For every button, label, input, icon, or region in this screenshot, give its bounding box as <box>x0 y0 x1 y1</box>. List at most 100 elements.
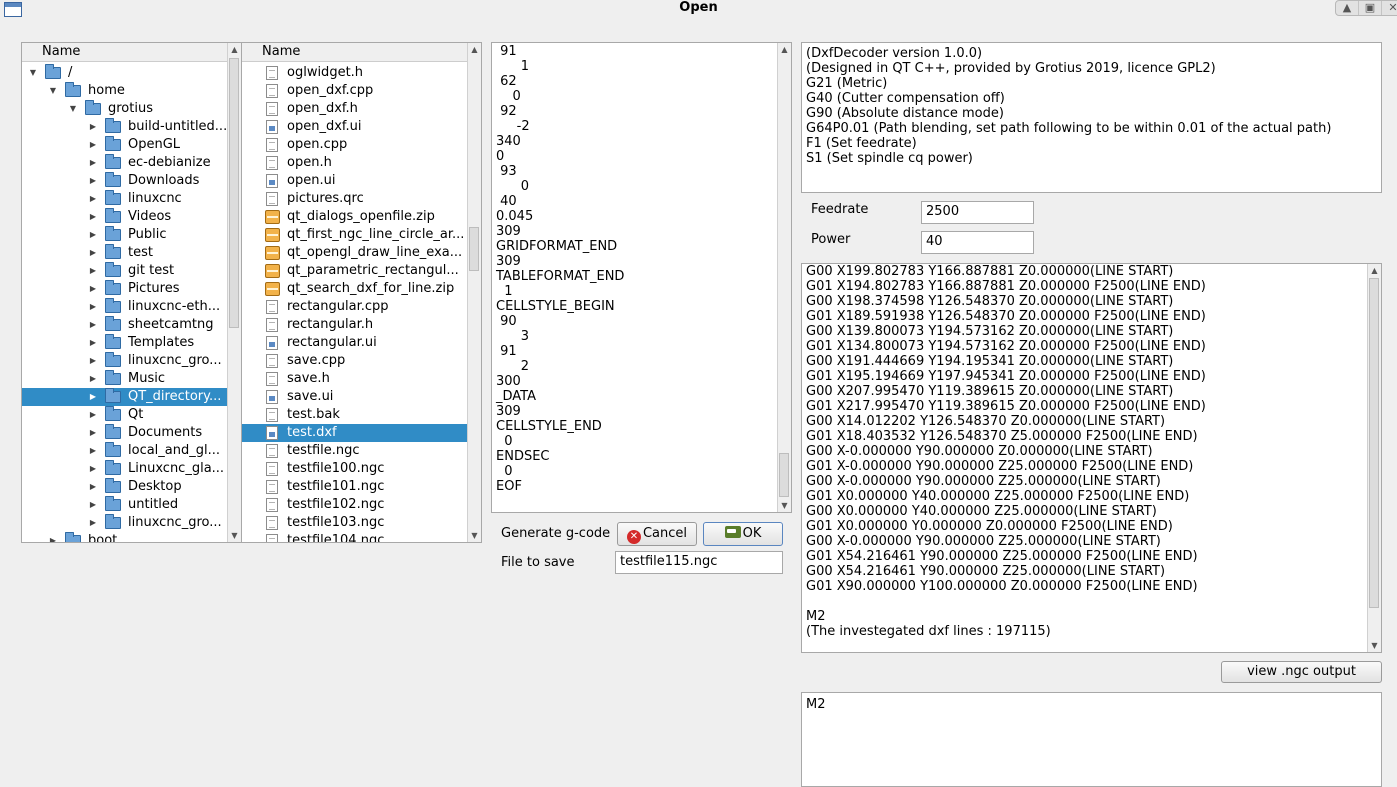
ok-button[interactable]: OK <box>703 522 783 546</box>
file-item[interactable]: rectangular.h <box>242 316 467 334</box>
collapsed-arrow-icon[interactable]: ▶ <box>88 280 98 298</box>
file-item[interactable]: test.dxf <box>242 424 467 442</box>
tree-item[interactable]: ▶ Downloads <box>22 172 227 190</box>
tree-item[interactable]: ▶ git test <box>22 262 227 280</box>
tree-item[interactable]: ▶ Videos <box>22 208 227 226</box>
file-to-save-input[interactable]: testfile115.ngc <box>615 551 783 574</box>
scroll-down-icon[interactable]: ▼ <box>468 529 481 542</box>
collapsed-arrow-icon[interactable]: ▶ <box>88 262 98 280</box>
tree-item[interactable]: ▶ ec-debianize <box>22 154 227 172</box>
file-item[interactable]: qt_opengl_draw_line_exa... <box>242 244 467 262</box>
file-item[interactable]: testfile104.ngc <box>242 532 467 542</box>
tree-item[interactable]: ▶ Linuxcnc_gla... <box>22 460 227 478</box>
file-item[interactable]: testfile.ngc <box>242 442 467 460</box>
footer-text[interactable]: M2 <box>801 692 1382 787</box>
file-item[interactable]: save.h <box>242 370 467 388</box>
collapsed-arrow-icon[interactable]: ▶ <box>88 226 98 244</box>
collapsed-arrow-icon[interactable]: ▶ <box>88 118 98 136</box>
tree-item[interactable]: ▼ grotius <box>22 100 227 118</box>
collapsed-arrow-icon[interactable]: ▶ <box>88 172 98 190</box>
collapsed-arrow-icon[interactable]: ▶ <box>88 352 98 370</box>
tree-item[interactable]: ▶ OpenGL <box>22 136 227 154</box>
scroll-thumb[interactable] <box>1369 278 1379 608</box>
file-item[interactable]: rectangular.cpp <box>242 298 467 316</box>
feedrate-input[interactable]: 2500 <box>921 201 1034 224</box>
file-item[interactable]: open.cpp <box>242 136 467 154</box>
tree-item[interactable]: ▶ linuxcnc_gro... <box>22 514 227 532</box>
expanded-arrow-icon[interactable]: ▼ <box>68 100 78 118</box>
file-item[interactable]: oglwidget.h <box>242 64 467 82</box>
collapsed-arrow-icon[interactable]: ▶ <box>88 406 98 424</box>
collapsed-arrow-icon[interactable]: ▶ <box>88 136 98 154</box>
file-item[interactable]: rectangular.ui <box>242 334 467 352</box>
file-item[interactable]: save.ui <box>242 388 467 406</box>
scroll-down-icon[interactable]: ▼ <box>778 499 791 512</box>
directory-tree-header[interactable]: Name <box>22 43 227 62</box>
collapsed-arrow-icon[interactable]: ▶ <box>88 244 98 262</box>
tree-item[interactable]: ▶ linuxcnc_gro... <box>22 352 227 370</box>
collapsed-arrow-icon[interactable]: ▶ <box>88 370 98 388</box>
tree-item[interactable]: ▶ Pictures <box>22 280 227 298</box>
file-item[interactable]: pictures.qrc <box>242 190 467 208</box>
scroll-thumb[interactable] <box>779 453 789 497</box>
scroll-down-icon[interactable]: ▼ <box>1368 639 1381 652</box>
scroll-up-icon[interactable]: ▲ <box>1368 264 1381 277</box>
collapsed-arrow-icon[interactable]: ▶ <box>88 424 98 442</box>
collapsed-arrow-icon[interactable]: ▶ <box>88 388 98 406</box>
tree-item[interactable]: ▶ Qt <box>22 406 227 424</box>
maximize-icon[interactable]: ▣ <box>1359 1 1382 15</box>
collapsed-arrow-icon[interactable]: ▶ <box>88 298 98 316</box>
cancel-button[interactable]: ✕ Cancel <box>617 522 697 546</box>
expanded-arrow-icon[interactable]: ▼ <box>48 82 58 100</box>
collapsed-arrow-icon[interactable]: ▶ <box>88 442 98 460</box>
file-item[interactable]: qt_parametric_rectangul... <box>242 262 467 280</box>
collapsed-arrow-icon[interactable]: ▶ <box>88 514 98 532</box>
scroll-thumb[interactable] <box>469 227 479 271</box>
directory-tree-scrollbar[interactable]: ▲ ▼ <box>227 43 241 542</box>
collapsed-arrow-icon[interactable]: ▶ <box>88 316 98 334</box>
file-item[interactable]: qt_dialogs_openfile.zip <box>242 208 467 226</box>
collapsed-arrow-icon[interactable]: ▶ <box>48 532 58 542</box>
collapsed-arrow-icon[interactable]: ▶ <box>88 208 98 226</box>
scroll-up-icon[interactable]: ▲ <box>228 43 241 56</box>
file-item[interactable]: open_dxf.cpp <box>242 82 467 100</box>
tree-item[interactable]: ▶ build-untitled... <box>22 118 227 136</box>
tree-item[interactable]: ▶ Public <box>22 226 227 244</box>
collapsed-arrow-icon[interactable]: ▶ <box>88 496 98 514</box>
view-ngc-output-button[interactable]: view .ngc output <box>1221 661 1382 683</box>
collapsed-arrow-icon[interactable]: ▶ <box>88 154 98 172</box>
file-item[interactable]: test.bak <box>242 406 467 424</box>
file-item[interactable]: open_dxf.h <box>242 100 467 118</box>
collapsed-arrow-icon[interactable]: ▶ <box>88 460 98 478</box>
gcode-output[interactable]: G00 X199.802783 Y166.887881 Z0.000000(LI… <box>801 263 1382 653</box>
tree-item[interactable]: ▼ / <box>22 64 227 82</box>
close-icon[interactable]: ✕ <box>1382 1 1397 15</box>
tree-item[interactable]: ▶ test <box>22 244 227 262</box>
directory-tree[interactable]: Name ▼ / ▼ home ▼ grotius ▶ build-untitled... ▶ O… <box>21 42 242 543</box>
scroll-down-icon[interactable]: ▼ <box>228 529 241 542</box>
file-item[interactable]: open_dxf.ui <box>242 118 467 136</box>
scroll-thumb[interactable] <box>229 58 239 328</box>
file-item[interactable]: testfile102.ngc <box>242 496 467 514</box>
scroll-up-icon[interactable]: ▲ <box>778 43 791 56</box>
file-item[interactable]: open.h <box>242 154 467 172</box>
collapsed-arrow-icon[interactable]: ▶ <box>88 334 98 352</box>
tree-item[interactable]: ▶ linuxcnc <box>22 190 227 208</box>
file-list-header[interactable]: Name <box>242 43 467 62</box>
file-item[interactable]: save.cpp <box>242 352 467 370</box>
dxf-content-scrollbar[interactable]: ▲ ▼ <box>777 43 791 512</box>
power-input[interactable]: 40 <box>921 231 1034 254</box>
file-item[interactable]: testfile100.ngc <box>242 460 467 478</box>
file-item[interactable]: open.ui <box>242 172 467 190</box>
tree-item[interactable]: ▶ linuxcnc-eth... <box>22 298 227 316</box>
tree-item[interactable]: ▼ home <box>22 82 227 100</box>
file-item[interactable]: testfile101.ngc <box>242 478 467 496</box>
file-item[interactable]: qt_search_dxf_for_line.zip <box>242 280 467 298</box>
tree-item[interactable]: ▶ QT_directory... <box>22 388 227 406</box>
collapsed-arrow-icon[interactable]: ▶ <box>88 190 98 208</box>
file-list[interactable]: Name oglwidget.h open_dxf.cpp open_dxf.h op… <box>241 42 482 543</box>
tree-item[interactable]: ▶ Music <box>22 370 227 388</box>
tree-item[interactable]: ▶ boot <box>22 532 227 542</box>
dxf-content-view[interactable]: 91 1 62 0 92 -2 340 0 93 0 40 0.045 309 … <box>491 42 792 513</box>
expanded-arrow-icon[interactable]: ▼ <box>28 64 38 82</box>
